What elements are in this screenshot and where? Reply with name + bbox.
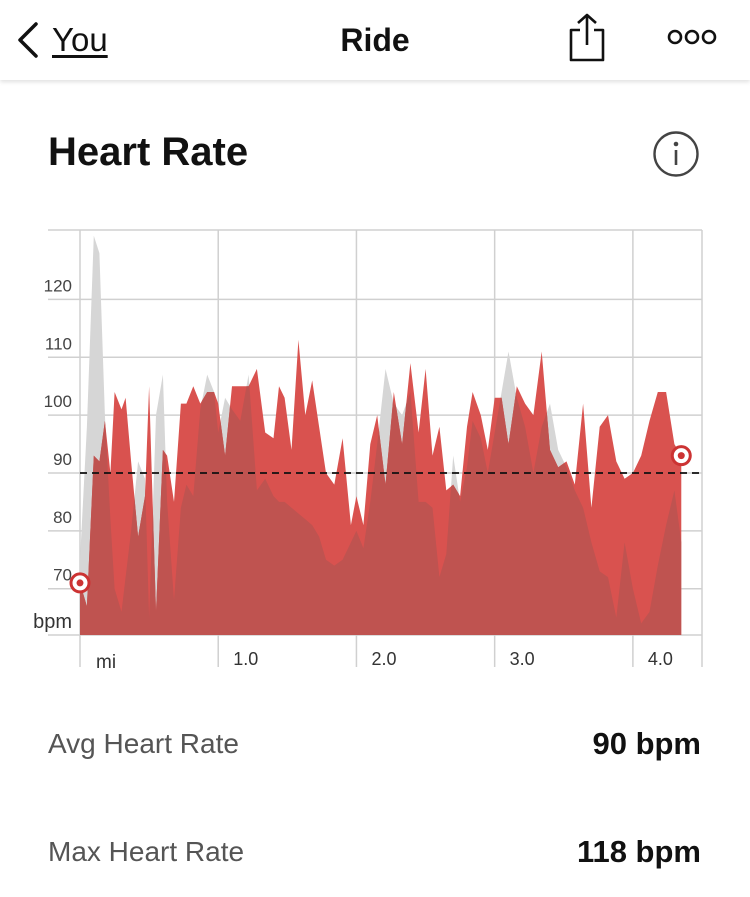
info-icon [653, 131, 699, 177]
avg-heart-rate-value: 90 bpm [592, 726, 701, 761]
x-axis-tick-labels: 1.0 2.0 3.0 4.0 [233, 649, 673, 669]
y-axis-unit-label: bpm [33, 611, 72, 633]
max-heart-rate-label: Max Heart Rate [48, 836, 245, 867]
end-marker-dot [677, 452, 685, 460]
max-heart-rate-value: 118 bpm [576, 834, 701, 869]
avg-heart-rate-label: Avg Heart Rate [48, 728, 239, 759]
x-axis-unit-label: mi [96, 652, 116, 673]
y-tick-label: 120 [44, 276, 72, 295]
chevron-left-icon [18, 22, 38, 58]
top-nav-bar: You Ride [0, 0, 750, 80]
share-icon [569, 13, 605, 62]
y-tick-label: 90 [53, 450, 72, 469]
x-tick-label: 3.0 [510, 649, 535, 669]
back-button[interactable]: You [14, 18, 108, 62]
x-tick-label: 1.0 [233, 649, 258, 669]
info-button[interactable] [652, 130, 700, 183]
y-tick-label: 80 [53, 508, 72, 527]
avg-heart-rate-row: Avg Heart Rate 90 bpm [48, 726, 701, 762]
y-axis-tick-labels: 70 80 90 100 110 120 [44, 276, 72, 584]
y-tick-label: 100 [44, 392, 72, 411]
y-tick-label: 110 [45, 334, 72, 353]
y-tick-label: 70 [53, 566, 72, 585]
share-button[interactable] [566, 12, 608, 69]
x-tick-label: 4.0 [648, 649, 673, 669]
page-title: Ride [340, 22, 410, 58]
max-heart-rate-row: Max Heart Rate 118 bpm [48, 834, 701, 870]
x-tick-label: 2.0 [371, 649, 396, 669]
section-title: Heart Rate [48, 130, 249, 174]
heart-rate-chart[interactable]: 70 80 90 100 110 120 bpm 1.0 2.0 3.0 4.0 mi [0, 215, 750, 675]
more-options-button[interactable] [666, 24, 718, 55]
start-marker-dot [76, 579, 84, 587]
more-dots-icon [667, 29, 717, 45]
back-label[interactable]: You [52, 21, 108, 59]
